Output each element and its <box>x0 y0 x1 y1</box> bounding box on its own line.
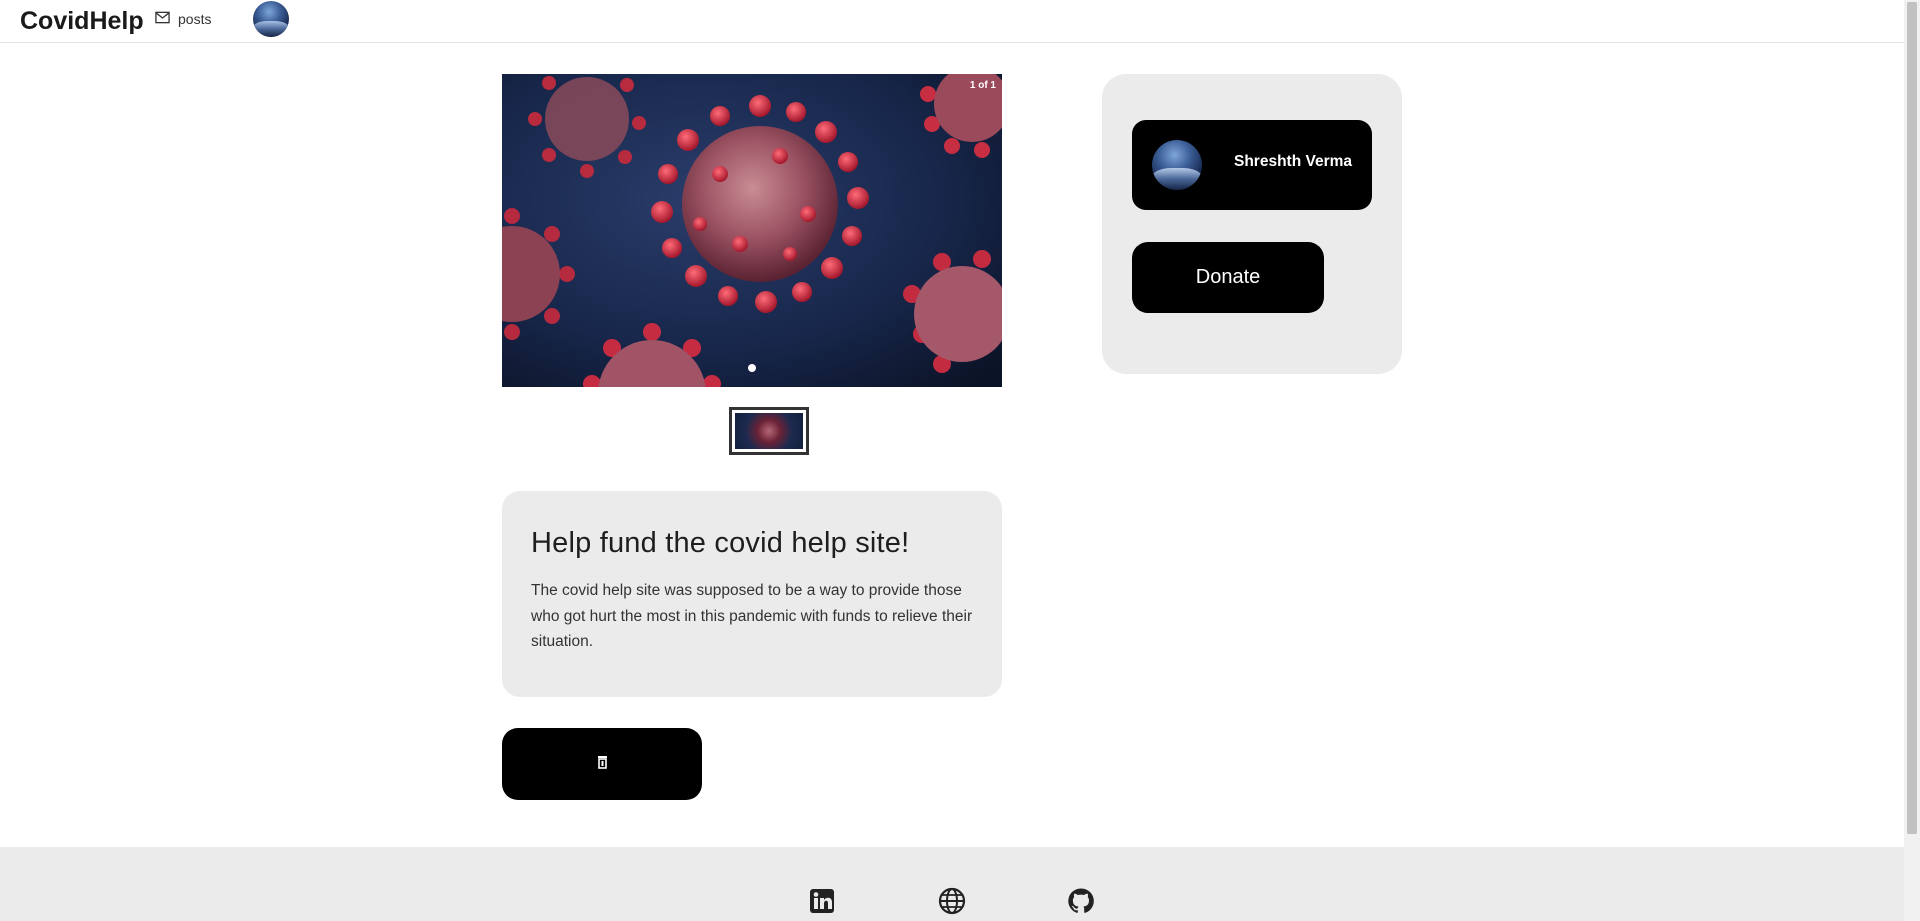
slide-counter: 1 of 1 <box>969 80 996 91</box>
trash-icon <box>597 755 608 774</box>
carousel-slide-image <box>502 74 1002 387</box>
github-icon[interactable] <box>1067 887 1095 915</box>
thumbnail-image <box>735 413 803 449</box>
brand-logo[interactable]: CovidHelp <box>20 7 144 36</box>
post-description: The covid help site was supposed to be a… <box>531 582 973 650</box>
donate-button[interactable]: Donate <box>1132 242 1324 313</box>
user-avatar[interactable] <box>253 1 289 37</box>
author-panel: Shreshth Verma Donate <box>1102 74 1402 374</box>
image-carousel[interactable]: 1 of 1 <box>502 74 1002 387</box>
author-name: Shreshth Verma <box>1233 153 1353 170</box>
page-scrollbar[interactable] <box>1904 0 1920 921</box>
author-profile-chip[interactable]: Shreshth Verma <box>1132 120 1372 210</box>
carousel-thumbnail[interactable] <box>729 407 809 455</box>
linkedin-icon[interactable] <box>808 887 836 915</box>
post-title: Help fund the covid help site! <box>531 527 910 559</box>
author-avatar <box>1152 140 1202 190</box>
footer <box>0 847 1904 921</box>
navbar: CovidHelp posts <box>0 0 1904 43</box>
slide-indicator-dot[interactable] <box>748 364 756 372</box>
nav-posts-label: posts <box>178 11 212 27</box>
mail-icon <box>155 11 170 27</box>
delete-post-button[interactable] <box>502 728 702 800</box>
nav-posts-link[interactable]: posts <box>155 9 211 29</box>
scrollbar-thumb[interactable] <box>1907 2 1917 834</box>
globe-icon[interactable] <box>938 887 966 915</box>
post-description-card: Help fund the covid help site! The covid… <box>502 491 1002 697</box>
